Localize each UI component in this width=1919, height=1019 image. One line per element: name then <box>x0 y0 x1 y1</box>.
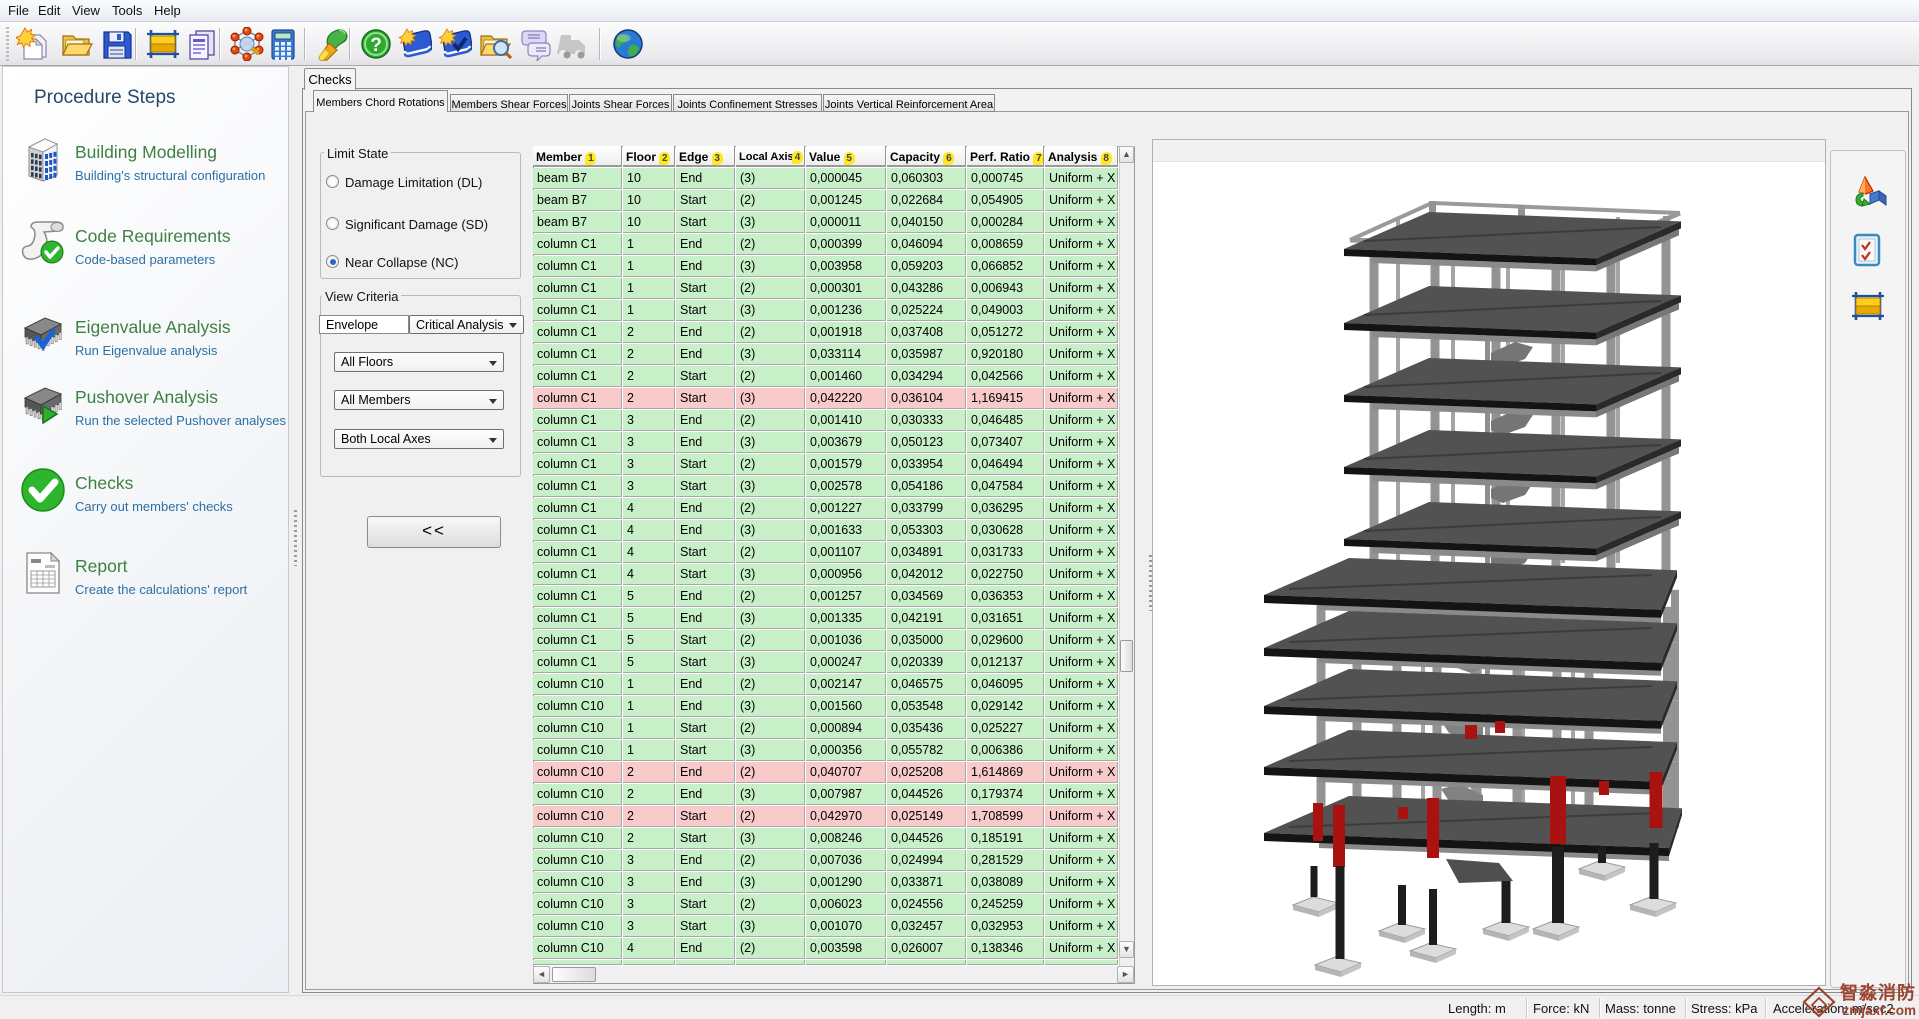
svg-text:?: ? <box>370 35 382 56</box>
